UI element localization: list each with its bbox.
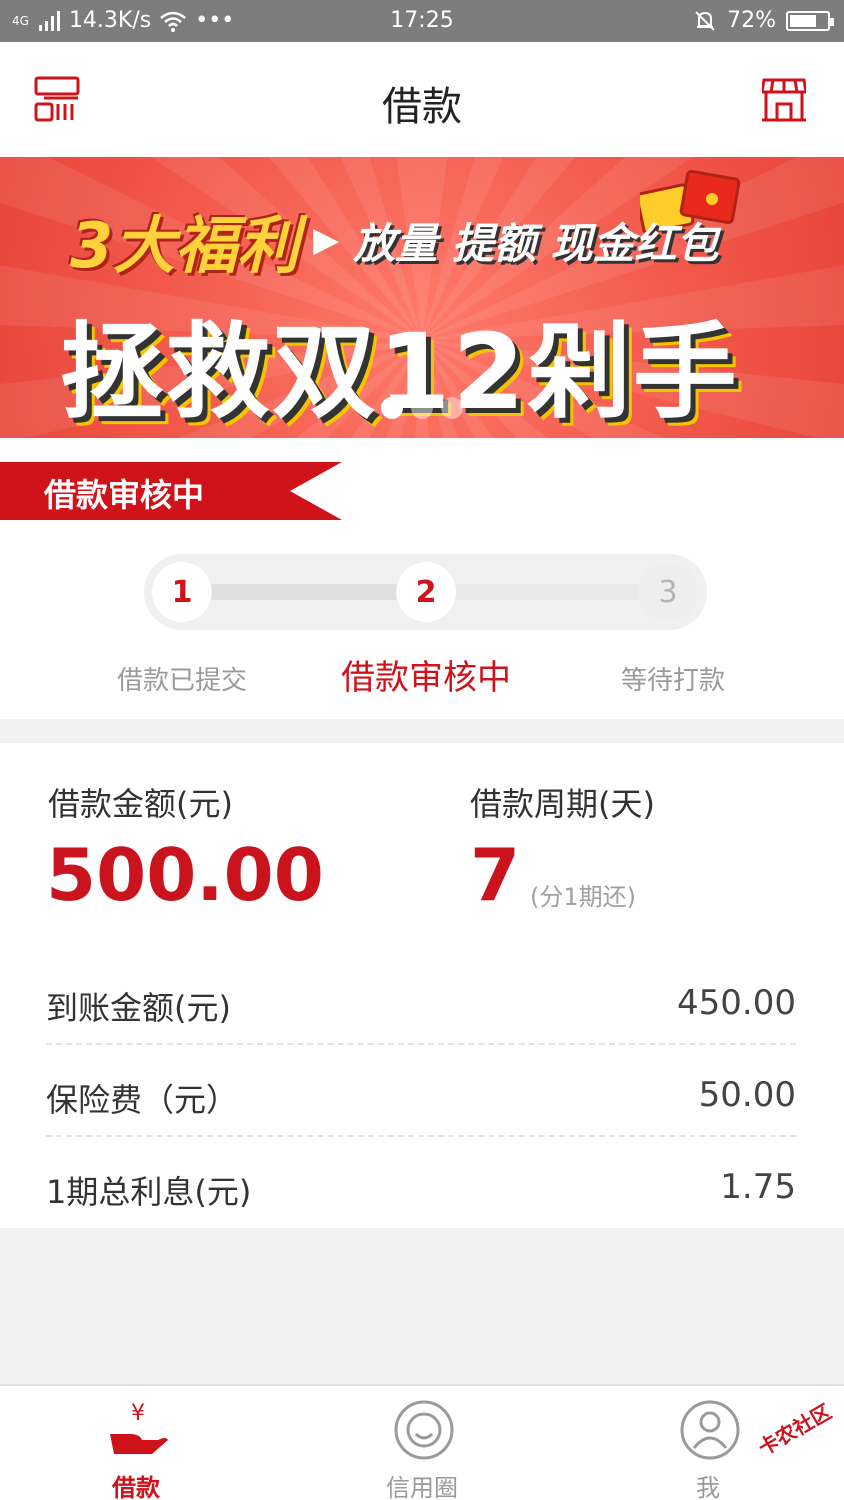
battery-percent: 72% [727, 8, 776, 33]
shop-icon[interactable] [762, 76, 806, 122]
carousel-dot[interactable] [411, 397, 433, 419]
review-progress-card: 借款审核中 1 2 3 借款已提交 借款审核中 等待打款 [0, 438, 844, 719]
step-3: 3 [638, 562, 698, 622]
interest-value: 1.75 [720, 1167, 796, 1207]
tab-credit-circle-label: 信用圈 [386, 1474, 458, 1500]
profile-icon [680, 1400, 740, 1460]
tab-me-label: 我 [696, 1474, 720, 1500]
detail-row: 保险费（元） 50.00 [46, 1045, 796, 1137]
bottom-tab-bar: ¥ 借款 信用圈 我 [0, 1384, 844, 1500]
tab-loan[interactable]: ¥ 借款 [36, 1386, 236, 1500]
step-1-label: 借款已提交 [116, 666, 247, 696]
svg-text:¥: ¥ [131, 1401, 145, 1426]
received-amount-label: 到账金额(元) [46, 989, 231, 1027]
banner-benefits: 放量 提额 现金红包 [353, 218, 719, 268]
tab-loan-label: 借款 [112, 1474, 160, 1500]
progress-bar-rest [424, 584, 664, 600]
status-right: 72% [693, 8, 834, 33]
amount-label: 借款金额(元) [48, 785, 233, 823]
loan-amount: 500.00 [46, 833, 324, 917]
promo-banner[interactable]: 3大福利 ▶ 放量 提额 现金红包 拯救双12剁手党 [0, 157, 844, 438]
banner-headline: 3大福利 [70, 209, 300, 282]
loan-hand-icon: ¥ [110, 1401, 168, 1454]
carousel-dot[interactable] [381, 397, 403, 419]
detail-row: 到账金额(元) 450.00 [46, 953, 796, 1045]
banner-line1: 3大福利 ▶ 放量 提额 现金红包 [70, 195, 719, 285]
received-amount-value: 450.00 [677, 983, 796, 1023]
step-2: 2 [396, 562, 456, 622]
carousel-dots [0, 397, 844, 419]
detail-row: 1期总利息(元) 1.75 [46, 1137, 796, 1229]
credit-circle-icon [394, 1400, 454, 1460]
battery-icon [786, 10, 834, 31]
carousel-dot[interactable] [441, 397, 463, 419]
period-note: (分1期还) [530, 883, 636, 911]
step-1-number: 1 [171, 574, 193, 610]
ribbon-label: 借款审核中 [44, 476, 205, 514]
nav-header: 借款 [0, 42, 844, 157]
interest-label: 1期总利息(元) [46, 1173, 252, 1211]
insurance-fee-value: 50.00 [698, 1075, 796, 1115]
step-3-label: 等待打款 [620, 666, 725, 696]
step-2-number: 2 [415, 574, 437, 610]
loan-period: 7 [470, 833, 521, 917]
tab-credit-circle[interactable]: 信用圈 [322, 1386, 522, 1500]
step-2-label: 借款审核中 [341, 658, 511, 698]
step-1: 1 [152, 562, 212, 622]
loan-details-card: 借款金额(元) 500.00 借款周期(天) 7 (分1期还) 到账金额(元) … [0, 743, 844, 1228]
page-title: 借款 [382, 84, 462, 130]
step-3-number: 3 [658, 574, 678, 610]
banner-arrow-icon: ▶ [313, 220, 340, 260]
silent-bell-icon [695, 10, 715, 31]
period-label: 借款周期(天) [470, 785, 655, 823]
insurance-fee-label: 保险费（元） [46, 1081, 239, 1119]
status-bar: 4G 14.3K/s ••• 17:25 72% [0, 0, 844, 42]
